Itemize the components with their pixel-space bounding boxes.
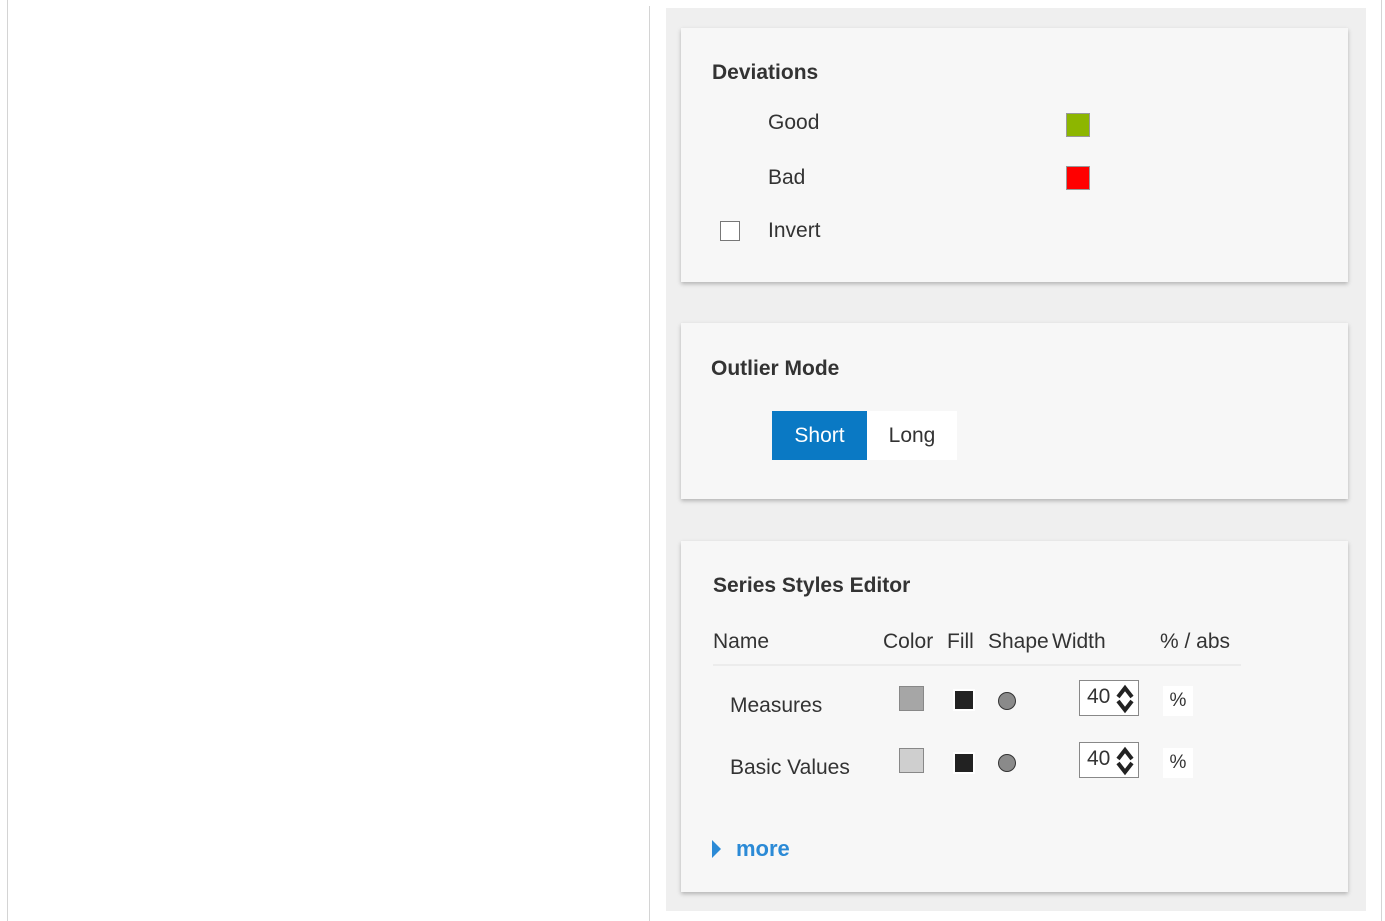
header-fill: Fill [947, 630, 974, 653]
fill-square-icon[interactable] [953, 689, 975, 711]
header-width: Width [1052, 630, 1106, 653]
series-color-swatch[interactable] [899, 686, 924, 711]
series-styles-title: Series Styles Editor [713, 574, 911, 597]
invert-checkbox[interactable] [720, 221, 740, 241]
spinner-arrows-icon[interactable] [1116, 746, 1134, 776]
header-divider [713, 664, 1241, 666]
chart-canvas-area [9, 0, 649, 921]
header-color: Color [883, 630, 934, 653]
deviations-card: Deviations Good Bad Invert [681, 28, 1348, 282]
good-label: Good [768, 111, 820, 134]
series-styles-card: Series Styles Editor Name Color Fill Sha… [681, 541, 1348, 892]
series-name-basic-values: Basic Values [730, 756, 850, 779]
left-border-line [7, 0, 8, 921]
outlier-long-button[interactable]: Long [867, 411, 957, 460]
more-link[interactable]: more [736, 836, 790, 862]
width-value: 40 [1087, 685, 1111, 708]
header-name: Name [713, 630, 770, 653]
circle-shape-icon[interactable] [996, 752, 1018, 774]
series-name-measures: Measures [730, 694, 823, 717]
outlier-mode-title: Outlier Mode [711, 357, 840, 380]
good-color-swatch[interactable] [1066, 113, 1090, 137]
spinner-arrows-icon[interactable] [1116, 684, 1134, 714]
unit-toggle[interactable]: % [1163, 748, 1193, 778]
outlier-mode-card: Outlier Mode Short Long [681, 323, 1348, 499]
circle-shape-icon[interactable] [996, 690, 1018, 712]
expand-triangle-icon[interactable] [712, 840, 721, 858]
series-color-swatch[interactable] [899, 748, 924, 773]
width-spinner[interactable]: 40 [1079, 680, 1139, 716]
invert-label: Invert [768, 219, 821, 242]
bad-color-swatch[interactable] [1066, 166, 1090, 190]
header-unit: % / abs [1160, 630, 1231, 653]
width-spinner[interactable]: 40 [1079, 742, 1139, 778]
right-border-line [1381, 0, 1382, 921]
unit-toggle[interactable]: % [1163, 686, 1193, 716]
panel-divider [649, 6, 650, 921]
deviations-title: Deviations [712, 61, 819, 84]
outlier-short-button[interactable]: Short [772, 411, 867, 460]
fill-square-icon[interactable] [953, 752, 975, 774]
width-value: 40 [1087, 747, 1111, 770]
header-shape: Shape [988, 630, 1049, 653]
bad-label: Bad [768, 166, 806, 189]
